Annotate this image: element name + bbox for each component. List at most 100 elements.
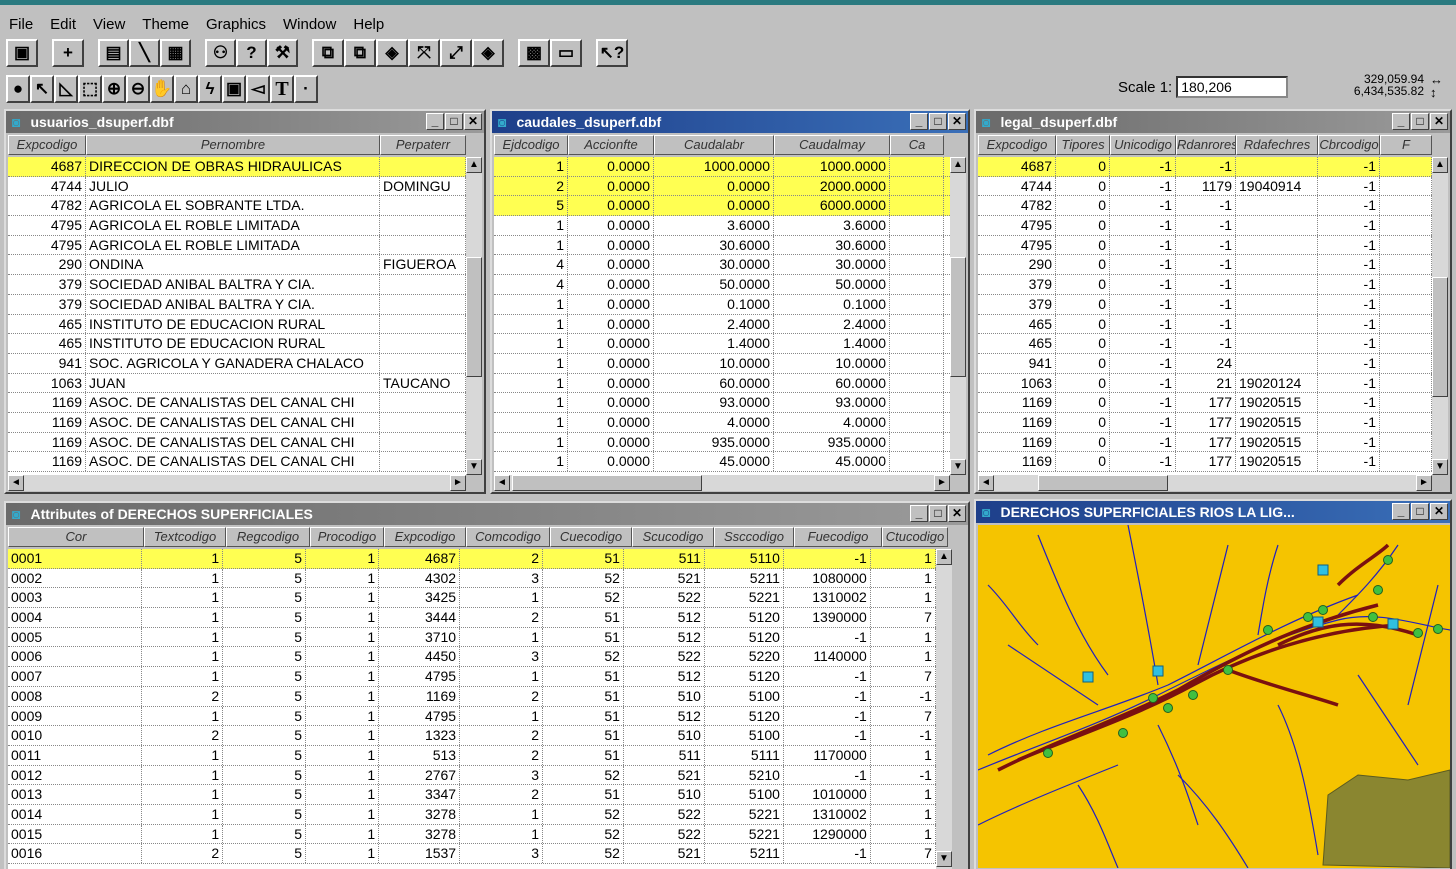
scroll-down-arrow-icon[interactable]: ▼ bbox=[1432, 459, 1448, 475]
table-row[interactable]: 1063 JUAN TAUCANO bbox=[8, 373, 466, 394]
table-cell[interactable]: 4744 bbox=[978, 176, 1056, 196]
table-row[interactable]: 379 0 -1 -1 -1 bbox=[978, 275, 1432, 295]
table-cell[interactable]: 0.0000 bbox=[568, 393, 654, 412]
table-cell[interactable]: -1 bbox=[1110, 314, 1176, 334]
table-cell[interactable]: 4795 bbox=[379, 667, 461, 686]
table-cell[interactable]: 513 bbox=[379, 745, 461, 765]
table-cell[interactable]: 512 bbox=[624, 627, 705, 647]
column-header[interactable]: Ctucodigo bbox=[882, 527, 948, 547]
table-cell[interactable]: ONDINA bbox=[86, 255, 380, 275]
table-cell[interactable]: 0.0000 bbox=[568, 452, 654, 471]
table-cell[interactable] bbox=[890, 235, 944, 255]
minimize-button[interactable]: _ bbox=[426, 113, 444, 130]
pointer-icon[interactable]: ↖ bbox=[30, 75, 54, 103]
table-cell[interactable]: 0012 bbox=[8, 765, 143, 785]
table-cell[interactable]: 1 bbox=[494, 314, 568, 334]
table-cell[interactable]: 465 bbox=[978, 334, 1056, 353]
vertex-icon[interactable]: ◺ bbox=[54, 75, 78, 103]
table-cell[interactable]: 1063 bbox=[8, 373, 86, 393]
table-cell[interactable] bbox=[1380, 353, 1432, 373]
table-cell[interactable]: 19020124 bbox=[1236, 373, 1318, 393]
table-cell[interactable]: 0009 bbox=[8, 706, 143, 726]
table-cell[interactable]: 19020515 bbox=[1236, 432, 1318, 452]
select-all-icon[interactable]: ◈ bbox=[376, 39, 408, 67]
table-cell[interactable] bbox=[890, 294, 944, 314]
table-cell[interactable] bbox=[890, 412, 944, 432]
table-cell[interactable]: 4795 bbox=[8, 235, 86, 255]
table-cell[interactable]: 465 bbox=[8, 314, 86, 334]
table-cell[interactable]: 30.6000 bbox=[774, 235, 890, 255]
table-row[interactable]: 1169 ASOC. DE CANALISTAS DEL CANAL CHI bbox=[8, 432, 466, 453]
table-cell[interactable]: 1323 bbox=[379, 726, 461, 745]
scroll-down-arrow-icon[interactable]: ▼ bbox=[466, 459, 482, 475]
open-table-icon[interactable]: ⧉ bbox=[312, 39, 344, 67]
table-cell[interactable]: -1 bbox=[1176, 334, 1236, 353]
table-cell[interactable]: 522 bbox=[624, 804, 705, 824]
table-cell[interactable] bbox=[1236, 314, 1318, 334]
table-cell[interactable]: 0015 bbox=[8, 824, 143, 844]
table-cell[interactable]: -1 bbox=[784, 686, 871, 706]
table-cell[interactable]: 522 bbox=[624, 588, 705, 608]
table-cell[interactable] bbox=[890, 314, 944, 334]
table-cell[interactable]: 4744 bbox=[8, 176, 86, 196]
table-cell[interactable]: SOC. AGRICOLA Y GANADERA CHALACO bbox=[86, 353, 380, 373]
table-row[interactable]: 1 0.0000 0.1000 0.1000 bbox=[494, 294, 950, 315]
table-row[interactable]: 0016 2 5 1 1537 3 52 521 5211 -1 7 bbox=[8, 844, 936, 864]
table-cell[interactable]: 1 bbox=[306, 627, 380, 647]
table-cell[interactable]: FIGUEROA bbox=[380, 255, 466, 275]
table-cell[interactable]: 5210 bbox=[705, 765, 784, 785]
query-icon[interactable]: ? bbox=[236, 39, 267, 67]
table-cell[interactable]: 3278 bbox=[379, 824, 461, 844]
column-header[interactable]: Accionfte bbox=[568, 135, 654, 155]
table-cell[interactable] bbox=[890, 216, 944, 235]
scroll-up-arrow-icon[interactable]: ▲ bbox=[1432, 157, 1448, 173]
table-cell[interactable] bbox=[380, 412, 466, 432]
table-cell[interactable]: 1 bbox=[142, 804, 224, 824]
table-cell[interactable]: 4.0000 bbox=[774, 412, 890, 432]
minimize-button[interactable]: _ bbox=[910, 113, 928, 130]
table-cell[interactable] bbox=[1380, 176, 1432, 196]
column-header[interactable]: Ssccodigo bbox=[714, 527, 794, 547]
table-cell[interactable]: 1 bbox=[494, 157, 568, 176]
table-cell[interactable]: 2 bbox=[460, 549, 544, 568]
table-row[interactable]: 4782 0 -1 -1 -1 bbox=[978, 196, 1432, 217]
table-cell[interactable]: 1 bbox=[460, 667, 544, 686]
table-cell[interactable]: 5120 bbox=[705, 627, 784, 647]
table-cell[interactable]: -1 bbox=[1176, 216, 1236, 235]
table-cell[interactable]: 5 bbox=[223, 804, 307, 824]
table-cell[interactable] bbox=[1380, 334, 1432, 353]
table-row[interactable]: 1169 ASOC. DE CANALISTAS DEL CANAL CHI bbox=[8, 452, 466, 472]
table-cell[interactable]: 0.0000 bbox=[568, 275, 654, 294]
table-cell[interactable]: 52 bbox=[543, 588, 624, 608]
table-row[interactable]: 465 INSTITUTO DE EDUCACION RURAL bbox=[8, 334, 466, 354]
menu-view[interactable]: View bbox=[84, 16, 133, 33]
table-cell[interactable]: 1 bbox=[460, 804, 544, 824]
table-cell[interactable]: 1310002 bbox=[784, 804, 871, 824]
table-cell[interactable]: -1 bbox=[1318, 157, 1380, 176]
minimize-button[interactable]: _ bbox=[1392, 503, 1410, 520]
map-canvas[interactable] bbox=[978, 525, 1450, 868]
table-cell[interactable]: 0 bbox=[1056, 334, 1110, 353]
table-cell[interactable]: 1 bbox=[871, 588, 936, 608]
horizontal-scrollbar[interactable]: ◄ ► bbox=[978, 475, 1432, 491]
table-cell[interactable]: JUAN bbox=[86, 373, 380, 393]
table-cell[interactable]: 510 bbox=[624, 726, 705, 745]
add-theme-icon[interactable]: + bbox=[52, 39, 84, 67]
table-cell[interactable]: 511 bbox=[624, 549, 705, 568]
table-cell[interactable]: 0 bbox=[1056, 412, 1110, 432]
table-cell[interactable]: -1 bbox=[1110, 216, 1176, 235]
table-cell[interactable]: 0 bbox=[1056, 314, 1110, 334]
table-cell[interactable]: 24 bbox=[1176, 353, 1236, 373]
table-cell[interactable]: 1000.0000 bbox=[774, 157, 890, 176]
table-row[interactable]: 1169 0 -1 177 19020515 -1 bbox=[978, 412, 1432, 433]
table-cell[interactable]: 0.0000 bbox=[568, 196, 654, 216]
table-cell[interactable]: 1169 bbox=[978, 452, 1056, 471]
column-header[interactable]: Rdanrores bbox=[1176, 135, 1236, 155]
map-view-window[interactable]: ◙ DERECHOS SUPERFICIALES RIOS LA LIG... … bbox=[974, 499, 1452, 869]
table-cell[interactable]: 1 bbox=[494, 393, 568, 412]
table-cell[interactable] bbox=[1236, 255, 1318, 275]
table-cell[interactable]: -1 bbox=[784, 549, 871, 568]
table-cell[interactable]: 379 bbox=[978, 294, 1056, 314]
table-cell[interactable] bbox=[1236, 235, 1318, 255]
table-cell[interactable] bbox=[380, 275, 466, 294]
